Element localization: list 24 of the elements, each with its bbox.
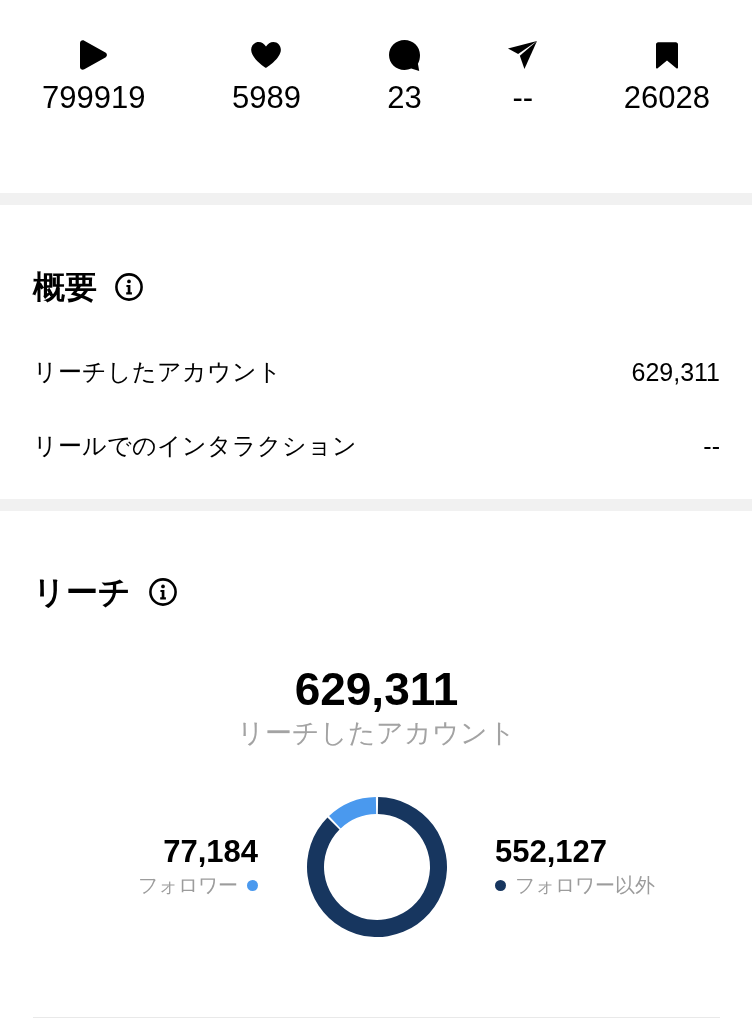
metric-value: -- bbox=[703, 431, 720, 462]
legend-value: 552,127 bbox=[495, 834, 608, 870]
legend-label: フォロワー bbox=[138, 873, 238, 898]
stat-value: 799919 bbox=[42, 80, 146, 116]
reach-total: 629,311 bbox=[294, 662, 459, 716]
metric-label: リーチしたアカウント bbox=[33, 357, 282, 387]
section-title: リーチ bbox=[33, 573, 131, 612]
stat-value: 26028 bbox=[623, 80, 710, 116]
stat-value: -- bbox=[512, 80, 534, 116]
speech-bubble-icon bbox=[389, 39, 421, 71]
metric-value: 629,311 bbox=[631, 357, 720, 388]
info-icon[interactable] bbox=[149, 578, 177, 606]
info-icon[interactable] bbox=[115, 273, 143, 301]
reach-total-label: リーチしたアカウント bbox=[237, 717, 516, 750]
legend-value: 77,184 bbox=[163, 834, 258, 870]
metric-label: リールでのインタラクション bbox=[33, 431, 357, 461]
bookmark-icon bbox=[655, 41, 678, 69]
paper-plane-icon bbox=[508, 41, 538, 69]
legend-label: フォロワー以外 bbox=[515, 873, 655, 898]
section-title: 概要 bbox=[33, 268, 97, 307]
stat-value: 5989 bbox=[231, 80, 301, 116]
stat-value: 23 bbox=[387, 80, 422, 116]
heart-icon bbox=[251, 42, 282, 68]
play-icon bbox=[80, 40, 108, 70]
